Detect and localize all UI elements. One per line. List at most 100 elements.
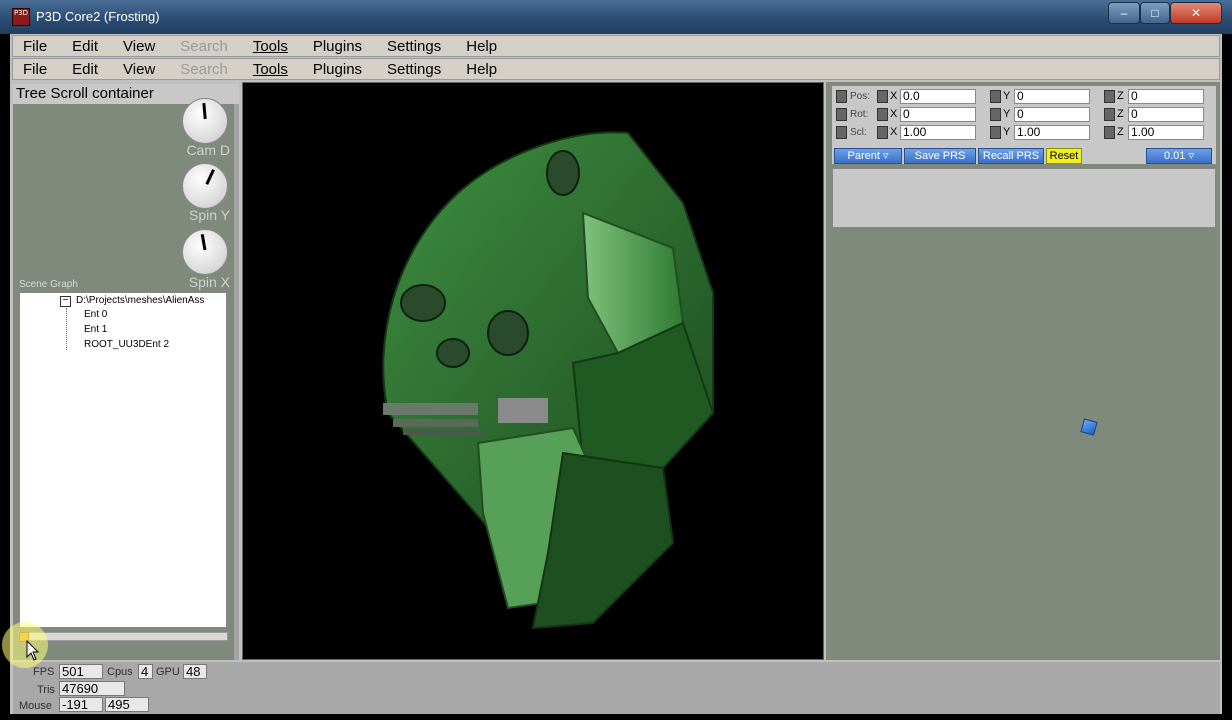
menu-edit[interactable]: Edit: [72, 38, 98, 55]
properties-box: [832, 168, 1216, 228]
scene-graph-tree: − D:\Projects\meshes\AlienAss Ent 0 Ent …: [19, 292, 227, 628]
menu-edit[interactable]: Edit: [72, 61, 98, 78]
cpus-label: Cpus: [107, 666, 133, 678]
x-axis-label: X: [890, 108, 898, 120]
y-axis-label: Y: [1003, 90, 1011, 102]
cpus-value: 4: [138, 664, 153, 679]
left-panel-scrollbar[interactable]: [234, 104, 239, 660]
tree-item-ent1[interactable]: Ent 1: [84, 324, 107, 335]
tris-value: 47690: [59, 681, 125, 696]
reset-button[interactable]: Reset: [1046, 148, 1082, 164]
z-lock-toggle[interactable]: [1104, 126, 1115, 139]
cam-distance-label: Cam D: [186, 142, 230, 158]
menu-help[interactable]: Help: [466, 61, 497, 78]
position-row: Pos: X 0.0 Y 0 Z 0: [832, 89, 1216, 105]
close-button[interactable]: ✕: [1170, 2, 1222, 24]
menu-search: Search: [180, 60, 228, 78]
minimize-button[interactable]: –: [1108, 2, 1140, 24]
knob-indicator: [205, 169, 215, 185]
spin-x-knob[interactable]: [182, 229, 228, 275]
cam-distance-knob[interactable]: [182, 98, 228, 144]
y-lock-toggle[interactable]: [990, 108, 1001, 121]
recall-prs-button[interactable]: Recall PRS: [978, 148, 1044, 164]
scale-x-field[interactable]: 1.00: [900, 125, 976, 140]
menu-tools[interactable]: Tools: [253, 38, 288, 55]
fps-label: FPS: [33, 666, 55, 678]
gpu-value: 48: [183, 664, 207, 679]
position-y-field[interactable]: 0: [1014, 89, 1090, 104]
scale-label: Scl:: [850, 127, 867, 138]
menu-settings[interactable]: Settings: [387, 38, 441, 55]
y-lock-toggle[interactable]: [990, 126, 1001, 139]
scale-toggle[interactable]: [836, 126, 847, 139]
x-lock-toggle[interactable]: [877, 126, 888, 139]
app-icon: P3D: [12, 8, 30, 26]
x-axis-label: X: [890, 126, 898, 138]
scale-z-field[interactable]: 1.00: [1128, 125, 1204, 140]
save-prs-button[interactable]: Save PRS: [904, 148, 976, 164]
menu-plugins[interactable]: Plugins: [313, 38, 362, 55]
menu-file[interactable]: File: [23, 38, 47, 55]
knob-indicator: [202, 102, 207, 120]
3d-viewport[interactable]: [242, 82, 824, 660]
rotation-x-field[interactable]: 0: [900, 107, 976, 122]
rotation-row: Rot: X 0 Y 0 Z 0: [832, 107, 1216, 123]
z-lock-toggle[interactable]: [1104, 108, 1115, 121]
tree-item-root-ent2[interactable]: ROOT_UU3DEnt 2: [84, 339, 169, 350]
position-label: Pos:: [850, 91, 871, 102]
menu-view[interactable]: View: [123, 38, 155, 55]
cursor-highlight: [2, 622, 48, 668]
position-z-field[interactable]: 0: [1128, 89, 1204, 104]
tree-item-ent0[interactable]: Ent 0: [84, 309, 107, 320]
y-axis-label: Y: [1003, 126, 1011, 138]
prs-editor: Pos: X 0.0 Y 0 Z 0 Rot: X 0 Y 0 Z 0 Scl:…: [832, 86, 1216, 164]
right-panel: Pos: X 0.0 Y 0 Z 0 Rot: X 0 Y 0 Z 0 Scl:…: [826, 82, 1220, 660]
knob-indicator: [200, 234, 207, 251]
spin-y-knob[interactable]: [182, 163, 228, 209]
cube-icon: [1080, 418, 1098, 436]
maximize-button[interactable]: □: [1140, 2, 1170, 24]
scale-row: Scl: X 1.00 Y 1.00 Z 1.00: [832, 125, 1216, 141]
menu-file[interactable]: File: [23, 61, 47, 78]
fps-value: 501: [59, 664, 103, 679]
scale-y-field[interactable]: 1.00: [1014, 125, 1090, 140]
left-panel: Tree Scroll container Cam D Spin Y Spin …: [13, 84, 239, 660]
rotation-toggle[interactable]: [836, 108, 847, 121]
tris-label: Tris: [37, 684, 55, 696]
alien-ship-render: [382, 131, 715, 630]
menu-bar-secondary: File Edit View Search Tools Plugins Sett…: [12, 58, 1220, 80]
collapse-icon[interactable]: −: [60, 296, 71, 307]
mouse-y-value: 495: [105, 697, 149, 712]
rotation-z-field[interactable]: 0: [1128, 107, 1204, 122]
status-bar: FPS 501 Cpus 4 GPU 48 Tris 47690 Mouse -…: [13, 662, 1220, 714]
rotation-y-field[interactable]: 0: [1014, 107, 1090, 122]
menu-plugins[interactable]: Plugins: [313, 61, 362, 78]
menu-bar-primary: File Edit View Search Tools Plugins Sett…: [12, 35, 1220, 57]
position-toggle[interactable]: [836, 90, 847, 103]
z-axis-label: Z: [1117, 90, 1124, 102]
mouse-x-value: -191: [59, 697, 103, 712]
step-dropdown[interactable]: 0.01 ▿: [1146, 148, 1212, 164]
spin-x-label: Spin X: [188, 274, 230, 290]
z-axis-label: Z: [1117, 108, 1124, 120]
menu-settings[interactable]: Settings: [387, 61, 441, 78]
y-axis-label: Y: [1003, 108, 1011, 120]
spin-y-label: Spin Y: [189, 207, 230, 223]
tree-root-item[interactable]: D:\Projects\meshes\AlienAss: [76, 295, 204, 306]
menu-help[interactable]: Help: [466, 38, 497, 55]
position-x-field[interactable]: 0.0: [900, 89, 976, 104]
menu-search: Search: [180, 37, 228, 55]
timeline-slider[interactable]: [18, 632, 228, 642]
x-axis-label: X: [890, 90, 898, 102]
title-bar: P3D P3D Core2 (Frosting) – □ ✕: [0, 0, 1232, 34]
window-title: P3D Core2 (Frosting): [36, 9, 160, 24]
menu-tools[interactable]: Tools: [253, 61, 288, 78]
z-axis-label: Z: [1117, 126, 1124, 138]
y-lock-toggle[interactable]: [990, 90, 1001, 103]
mouse-cursor-icon: [26, 640, 40, 661]
x-lock-toggle[interactable]: [877, 108, 888, 121]
x-lock-toggle[interactable]: [877, 90, 888, 103]
z-lock-toggle[interactable]: [1104, 90, 1115, 103]
parent-dropdown[interactable]: Parent ▿: [834, 148, 902, 164]
menu-view[interactable]: View: [123, 61, 155, 78]
